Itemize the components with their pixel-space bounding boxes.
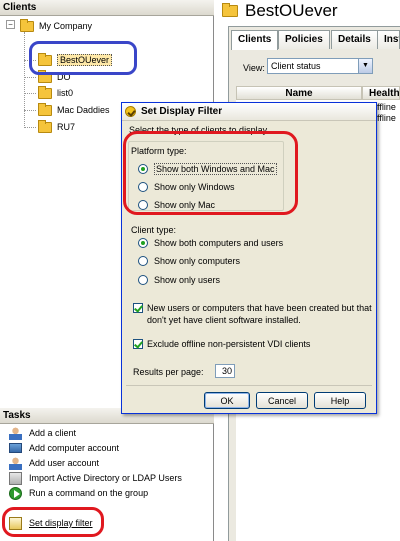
view-label: View: <box>243 63 265 73</box>
radio-indicator[interactable] <box>138 164 148 174</box>
tree-connector <box>24 110 36 111</box>
view-select-value: Client status <box>271 61 321 71</box>
folder-icon <box>222 3 238 17</box>
radio-both-computers-users[interactable]: Show both computers and users <box>138 238 283 248</box>
radio-label: Show only Mac <box>154 200 216 210</box>
checkbox-indicator[interactable] <box>133 339 143 349</box>
radio-label: Show only users <box>154 275 221 285</box>
tree-item-label: BestOUever <box>57 54 113 66</box>
folder-icon <box>38 102 52 116</box>
clients-header: Clients <box>0 0 214 16</box>
radio-label: Show both Windows and Mac <box>154 163 277 175</box>
tree-item-root[interactable]: My Company <box>20 18 92 34</box>
radio-label: Show only computers <box>154 256 241 266</box>
platform-type-label: Platform type: <box>131 146 187 156</box>
dialog-title: Set Display Filter <box>141 106 223 117</box>
results-per-page-label: Results per page: <box>133 367 204 377</box>
tree-item-bestouever[interactable]: BestOUever <box>38 52 113 68</box>
tree-connector <box>24 60 36 61</box>
tab-clients[interactable]: Clients <box>231 30 279 50</box>
folder-icon <box>38 85 52 99</box>
column-header-name[interactable]: Name <box>236 86 362 100</box>
task-label: Add computer account <box>29 443 120 453</box>
tree-item-label: list0 <box>57 88 74 98</box>
task-label: Set display filter <box>29 518 93 528</box>
checkbox-indicator[interactable] <box>133 303 143 313</box>
cancel-button[interactable]: Cancel <box>256 392 308 409</box>
radio-indicator[interactable] <box>138 182 148 192</box>
tree-connector <box>24 127 36 128</box>
radio-only-windows[interactable]: Show only Windows <box>138 182 235 192</box>
run-icon <box>9 486 22 500</box>
radio-indicator[interactable] <box>138 256 148 266</box>
grid-cell-health: ffline <box>377 102 396 112</box>
task-label: Run a command on the group <box>29 488 149 498</box>
task-add-client[interactable]: Add a client <box>9 426 76 440</box>
task-run-command[interactable]: Run a command on the group <box>9 486 148 500</box>
folder-icon <box>38 52 52 66</box>
import-icon <box>9 471 22 485</box>
tree-item-ru7[interactable]: RU7 <box>38 119 75 135</box>
tree-item-list0[interactable]: list0 <box>38 85 73 101</box>
tree-item-do[interactable]: DO <box>38 69 71 85</box>
tree-item-label: DO <box>57 72 71 82</box>
view-select[interactable]: Client status ▼ <box>267 58 373 74</box>
checkbox-include-uninstalled[interactable]: New users or computers that have been cr… <box>133 302 373 326</box>
user-icon <box>9 426 22 440</box>
tree-item-label: My Company <box>39 21 93 31</box>
set-display-filter-dialog: Set Display Filter Select the type of cl… <box>121 102 377 414</box>
help-button[interactable]: Help <box>314 392 366 409</box>
client-type-label: Client type: <box>131 225 177 235</box>
filter-icon <box>9 516 22 530</box>
radio-only-users[interactable]: Show only users <box>138 275 220 285</box>
radio-only-computers[interactable]: Show only computers <box>138 256 240 266</box>
chevron-down-icon[interactable]: ▼ <box>358 59 372 73</box>
checkbox-label: New users or computers that have been cr… <box>147 303 372 325</box>
tab-install[interactable]: Inst <box>377 30 400 49</box>
filter-icon <box>125 106 136 117</box>
dialog-instruction: Select the type of clients to display. <box>129 125 269 135</box>
task-import-directory[interactable]: Import Active Directory or LDAP Users <box>9 471 182 485</box>
radio-indicator[interactable] <box>138 275 148 285</box>
results-per-page-input[interactable]: 30 <box>215 364 235 378</box>
radio-both-windows-mac[interactable]: Show both Windows and Mac <box>138 163 277 175</box>
radio-only-mac[interactable]: Show only Mac <box>138 200 215 210</box>
tree-connector <box>24 77 36 78</box>
tree-connector <box>24 32 25 128</box>
radio-label: Show both computers and users <box>154 238 284 248</box>
checkbox-exclude-offline-vdi[interactable]: Exclude offline non-persistent VDI clien… <box>133 338 373 350</box>
column-header-health[interactable]: Health S <box>362 86 400 100</box>
tab-details[interactable]: Details <box>331 30 378 49</box>
tree-connector <box>24 93 36 94</box>
tree-item-label: RU7 <box>57 122 76 132</box>
folder-icon <box>38 69 52 83</box>
folder-icon <box>38 119 52 133</box>
radio-indicator[interactable] <box>138 238 148 248</box>
user-icon <box>9 456 22 470</box>
task-add-user-account[interactable]: Add user account <box>9 456 99 470</box>
tree-collapse-toggle[interactable]: − <box>6 20 15 29</box>
task-add-computer-account[interactable]: Add computer account <box>9 441 119 455</box>
computer-icon <box>9 443 22 453</box>
tab-policies[interactable]: Policies <box>278 30 330 49</box>
task-set-display-filter[interactable]: Set display filter <box>9 516 93 530</box>
task-label: Import Active Directory or LDAP Users <box>29 473 182 483</box>
radio-indicator[interactable] <box>138 200 148 210</box>
tree-item-mac-daddies[interactable]: Mac Daddies <box>38 102 110 118</box>
checkbox-label: Exclude offline non-persistent VDI clien… <box>147 339 311 349</box>
task-label: Add a client <box>29 428 77 438</box>
page-title: BestOUever <box>245 1 338 20</box>
radio-label: Show only Windows <box>154 182 235 192</box>
details-title-bar: BestOUever <box>216 0 400 22</box>
grid-cell-health: ffline <box>377 113 396 123</box>
tree-item-label: Mac Daddies <box>57 105 110 115</box>
folder-icon <box>20 18 34 32</box>
dialog-title-bar[interactable]: Set Display Filter <box>122 103 376 121</box>
task-label: Add user account <box>29 458 100 468</box>
ok-button[interactable]: OK <box>204 392 250 409</box>
